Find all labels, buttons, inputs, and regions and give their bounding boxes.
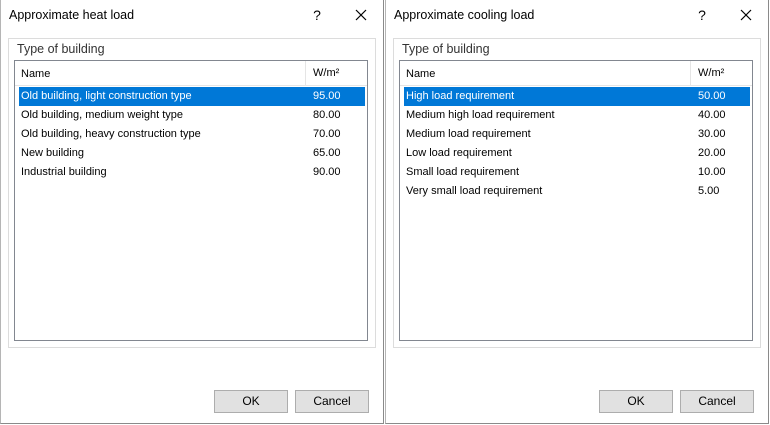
ok-button[interactable]: OK	[599, 390, 673, 413]
list-header: Name W/m²	[15, 61, 367, 86]
cell-name: Old building, medium weight type	[21, 109, 184, 121]
cell-value: 95.00	[313, 90, 341, 102]
cell-value: 80.00	[313, 109, 341, 121]
dialog-title: Approximate heat load	[9, 8, 135, 22]
ok-button[interactable]: OK	[214, 390, 288, 413]
table-row[interactable]: Old building, light construction type 95.…	[19, 87, 365, 106]
column-divider[interactable]	[690, 61, 691, 85]
group-label: Type of building	[402, 42, 490, 56]
cell-name: Small load requirement	[406, 166, 520, 178]
list-rows: Old building, light construction type 95.…	[19, 87, 365, 182]
cell-name: New building	[21, 147, 84, 159]
list-rows: High load requirement 50.00 Medium high lo…	[404, 87, 750, 201]
cell-value: 5.00	[698, 185, 720, 197]
cell-value: 90.00	[313, 166, 341, 178]
table-row[interactable]: Medium high load requirement 40.00	[404, 106, 750, 125]
table-row[interactable]: Medium load requirement 30.00	[404, 125, 750, 144]
cell-value: 65.00	[313, 147, 341, 159]
close-icon[interactable]	[349, 4, 373, 26]
table-row[interactable]: Industrial building 90.00	[19, 163, 365, 182]
cell-name: Low load requirement	[406, 147, 512, 159]
cell-value: 40.00	[698, 109, 726, 121]
table-row[interactable]: Small load requirement 10.00	[404, 163, 750, 182]
table-row[interactable]: New building 65.00	[19, 144, 365, 163]
cell-value: 20.00	[698, 147, 726, 159]
screen: Approximate heat load ? Type of building…	[0, 0, 770, 425]
column-divider[interactable]	[305, 61, 306, 85]
cell-value: 50.00	[698, 90, 726, 102]
cell-name: Old building, light construction type	[21, 90, 192, 102]
title-bar: Approximate cooling load ?	[386, 0, 768, 31]
cell-name: Medium high load requirement	[406, 109, 555, 121]
cell-value: 70.00	[313, 128, 341, 140]
table-row[interactable]: Very small load requirement 5.00	[404, 182, 750, 201]
cell-value: 10.00	[698, 166, 726, 178]
building-type-group: Type of building Name W/m² High load req…	[393, 38, 761, 348]
cancel-button[interactable]: Cancel	[295, 390, 369, 413]
cell-name: High load requirement	[406, 90, 515, 102]
list-header: Name W/m²	[400, 61, 752, 86]
column-header-name[interactable]: Name	[406, 68, 435, 80]
dialog-title: Approximate cooling load	[394, 8, 535, 22]
building-type-list[interactable]: Name W/m² Old building, light constructi…	[14, 60, 368, 341]
building-type-list[interactable]: Name W/m² High load requirement 50.00 Medi…	[399, 60, 753, 341]
cell-name: Very small load requirement	[406, 185, 543, 197]
group-label: Type of building	[17, 42, 105, 56]
cancel-button[interactable]: Cancel	[680, 390, 754, 413]
table-row[interactable]: Low load requirement 20.00	[404, 144, 750, 163]
close-icon[interactable]	[734, 4, 758, 26]
column-header-value[interactable]: W/m²	[698, 67, 724, 79]
cooling-load-dialog: Approximate cooling load ? Type of build…	[385, 0, 769, 424]
table-row[interactable]: High load requirement 50.00	[404, 87, 750, 106]
building-type-group: Type of building Name W/m² Old building,…	[8, 38, 376, 348]
title-bar: Approximate heat load ?	[1, 0, 383, 31]
help-icon[interactable]: ?	[305, 4, 329, 26]
column-header-value[interactable]: W/m²	[313, 67, 339, 79]
table-row[interactable]: Old building, heavy construction type 70.…	[19, 125, 365, 144]
heat-load-dialog: Approximate heat load ? Type of building…	[0, 0, 384, 424]
help-icon[interactable]: ?	[690, 4, 714, 26]
table-row[interactable]: Old building, medium weight type 80.00	[19, 106, 365, 125]
column-header-name[interactable]: Name	[21, 68, 50, 80]
cell-name: Old building, heavy construction type	[21, 128, 201, 140]
cell-name: Industrial building	[21, 166, 107, 178]
cell-name: Medium load requirement	[406, 128, 531, 140]
cell-value: 30.00	[698, 128, 726, 140]
